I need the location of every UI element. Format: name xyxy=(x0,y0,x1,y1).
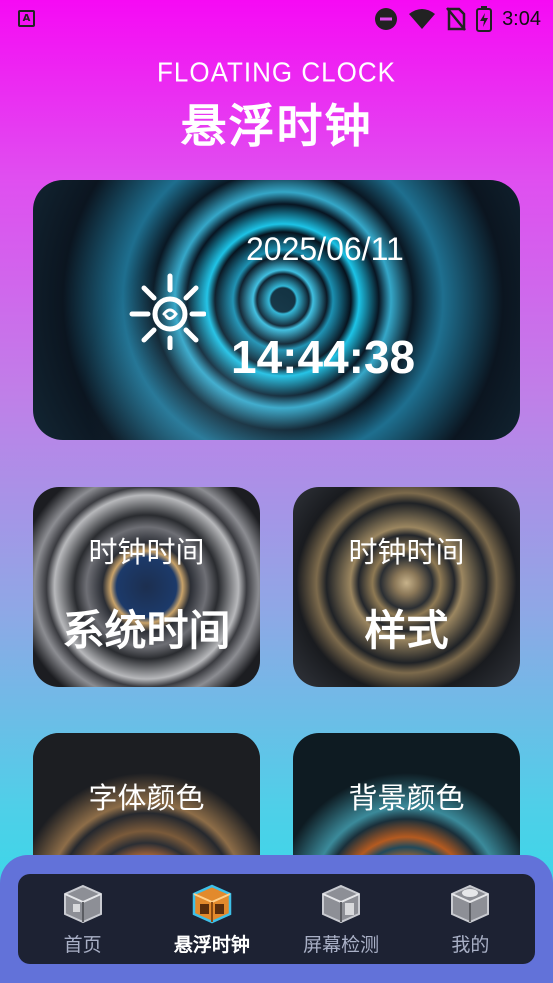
tile-clock-style[interactable]: 时钟时间 样式 xyxy=(293,487,520,687)
floating-clock-cube-icon xyxy=(192,884,232,924)
app-subtitle: FLOATING CLOCK xyxy=(157,56,396,88)
nav-item-screen-check[interactable]: 屏幕检测 xyxy=(277,874,406,964)
bottom-nav-bar: 首页 悬浮时钟 屏幕检测 我的 xyxy=(18,874,535,964)
screen-check-cube-icon xyxy=(322,884,361,924)
clock-preview-card[interactable]: 2025/06/11 14:44:38 xyxy=(33,180,520,440)
sun-icon xyxy=(129,273,206,350)
nav-item-profile[interactable]: 我的 xyxy=(406,874,535,964)
nav-label: 屏幕检测 xyxy=(303,934,380,956)
nav-item-floating-clock[interactable]: 悬浮时钟 xyxy=(147,874,276,964)
tile-subtitle: 时钟时间 xyxy=(88,535,205,569)
clock-date: 2025/06/11 xyxy=(246,231,404,267)
bottom-nav: 首页 悬浮时钟 屏幕检测 我的 xyxy=(0,855,553,983)
nav-label: 我的 xyxy=(451,934,490,956)
status-bar: A 3:04 xyxy=(0,0,553,38)
tile-subtitle: 字体颜色 xyxy=(88,781,205,815)
nav-label: 悬浮时钟 xyxy=(173,934,250,956)
app-notification-icon: A xyxy=(18,10,35,27)
clock-time: 14:44:38 xyxy=(231,331,416,383)
home-cube-icon xyxy=(63,884,102,924)
tile-title: 样式 xyxy=(364,606,449,655)
do-not-disturb-icon xyxy=(375,8,398,30)
profile-cube-icon xyxy=(451,884,490,924)
status-icons: 3:04 xyxy=(374,6,541,32)
status-time: 3:04 xyxy=(502,7,541,30)
tile-subtitle: 背景颜色 xyxy=(348,781,465,815)
tile-system-time[interactable]: 时钟时间 系统时间 xyxy=(33,487,260,687)
wifi-icon xyxy=(409,9,436,29)
tile-subtitle: 时钟时间 xyxy=(348,535,465,569)
tile-title: 系统时间 xyxy=(62,606,231,655)
battery-charging-icon xyxy=(476,6,493,32)
page-title: 悬浮时钟 xyxy=(180,99,373,153)
nav-label: 首页 xyxy=(63,934,102,956)
nav-item-home[interactable]: 首页 xyxy=(18,874,147,964)
no-sim-icon xyxy=(446,7,467,31)
